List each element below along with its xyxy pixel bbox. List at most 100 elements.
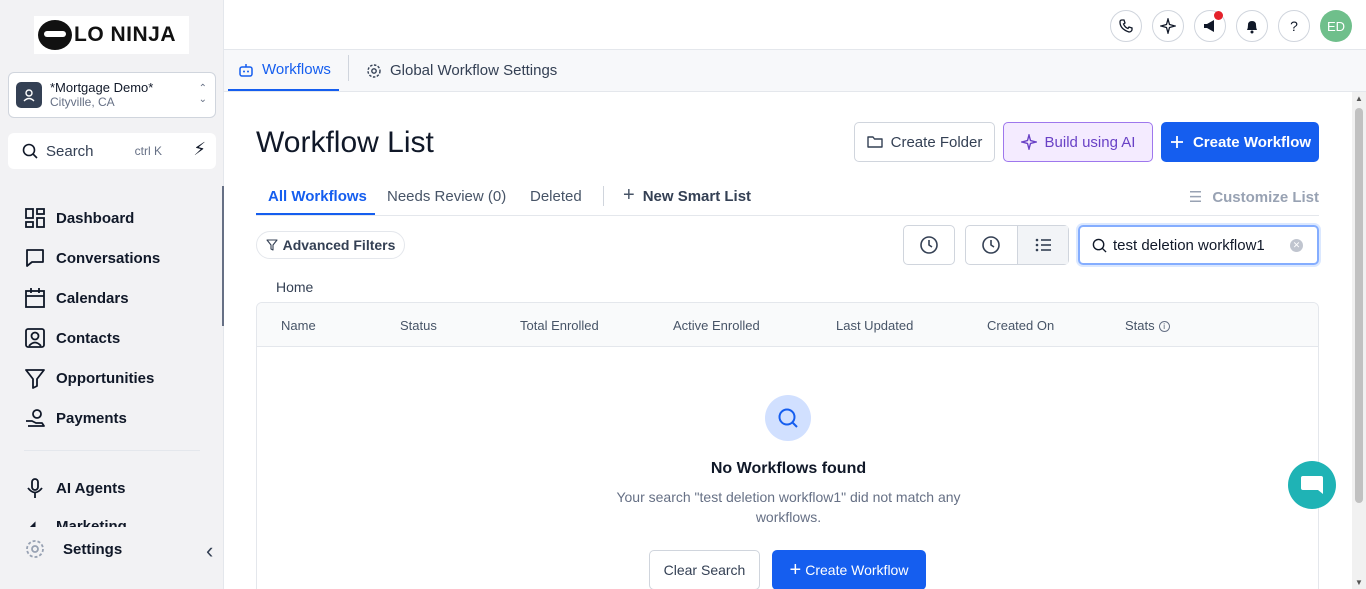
sparkle-icon[interactable] — [1152, 10, 1184, 42]
sparkle-icon — [1020, 134, 1037, 150]
ninja-logo-icon — [38, 20, 72, 50]
column-header-last-updated[interactable]: Last Updated — [836, 318, 913, 333]
tab-global-workflow-settings[interactable]: Global Workflow Settings — [366, 50, 557, 91]
dashboard-icon — [25, 208, 45, 228]
contacts-icon — [25, 328, 45, 348]
folder-icon — [866, 136, 883, 148]
sidebar-item-settings[interactable]: Settings — [24, 538, 122, 560]
tab-workflows[interactable]: Workflows — [228, 50, 339, 91]
column-header-total-enrolled[interactable]: Total Enrolled — [520, 318, 599, 333]
list-icon — [1035, 238, 1051, 252]
clock-icon — [982, 236, 1001, 254]
scroll-down-arrow-icon[interactable]: ▼ — [1355, 578, 1363, 587]
plus-icon: + — [789, 559, 802, 581]
button-label: Create Folder — [890, 133, 983, 151]
button-label: New Smart List — [642, 188, 752, 205]
plus-icon — [1170, 136, 1183, 148]
button-label: Build using AI — [1044, 133, 1136, 151]
customize-list-button[interactable]: ☰ Customize List — [1189, 188, 1319, 206]
sidebar-item-opportunities[interactable]: Opportunities — [24, 358, 160, 398]
history-icon — [920, 236, 938, 254]
scroll-thumb[interactable] — [1355, 108, 1363, 503]
column-header-status[interactable]: Status — [400, 318, 437, 333]
brand-name: LO NINJA — [74, 23, 177, 46]
button-label: Create Workflow — [1192, 133, 1312, 151]
sidebar-item-calendars[interactable]: Calendars — [24, 278, 160, 318]
megaphone-icon: ◢ — [24, 518, 36, 527]
search-icon — [1092, 238, 1107, 253]
sidebar-divider — [24, 450, 200, 451]
column-header-name[interactable]: Name — [281, 318, 316, 333]
page-scrollbar[interactable]: ▲ ▼ — [1352, 92, 1366, 589]
scroll-up-arrow-icon[interactable]: ▲ — [1355, 94, 1363, 103]
column-header-created-on[interactable]: Created On — [987, 318, 1054, 333]
sidebar-item-marketing[interactable]: ◢ Marketing — [24, 517, 144, 527]
clock-view-button[interactable] — [966, 226, 1017, 264]
search-input[interactable] — [1113, 236, 1283, 254]
new-smart-list-button[interactable]: + New Smart List — [623, 185, 752, 205]
tab-label: Global Workflow Settings — [390, 62, 558, 79]
table-header: Name Status Total Enrolled Active Enroll… — [257, 303, 1318, 347]
clear-search-button[interactable]: Clear Search — [649, 550, 760, 589]
sidebar-nav-secondary: AI Agents — [24, 468, 125, 508]
top-header: ? ED — [224, 0, 1366, 50]
sidebar-item-ai-agents[interactable]: AI Agents — [24, 468, 125, 508]
tab-divider — [603, 186, 604, 206]
history-button[interactable] — [903, 225, 955, 265]
help-icon[interactable]: ? — [1278, 10, 1310, 42]
filter-icon — [266, 239, 278, 251]
account-switcher[interactable]: *Mortgage Demo* Cityville, CA ⌃ ⌄ — [8, 72, 216, 118]
sidebar-item-label: Contacts — [56, 329, 121, 347]
microphone-icon — [27, 478, 43, 498]
bell-icon[interactable] — [1236, 10, 1268, 42]
plus-icon: + — [623, 184, 635, 206]
tab-deleted[interactable]: Deleted — [530, 188, 582, 205]
robot-icon — [239, 63, 253, 77]
collapse-sidebar-icon[interactable]: ‹ — [206, 538, 213, 564]
module-tabs: Workflows Global Workflow Settings — [224, 50, 1366, 92]
workflows-table: Name Status Total Enrolled Active Enroll… — [256, 302, 1319, 589]
calendar-icon — [25, 288, 45, 308]
workflow-search: ✕ — [1078, 225, 1319, 265]
column-header-active-enrolled[interactable]: Active Enrolled — [673, 318, 760, 333]
search-empty-icon — [765, 395, 811, 441]
sidebar-item-label: Marketing — [56, 518, 127, 527]
sidebar-item-label: Payments — [56, 409, 127, 427]
lightning-icon[interactable]: ⚡ — [193, 139, 206, 160]
sidebar-item-label: Dashboard — [56, 209, 135, 227]
sidebar-item-contacts[interactable]: Contacts — [24, 318, 160, 358]
column-header-label: Stats — [1125, 318, 1155, 333]
megaphone-icon[interactable] — [1194, 10, 1226, 42]
search-shortcut: ctrl K — [134, 144, 162, 158]
button-label: Customize List — [1212, 189, 1319, 206]
sidebar-search[interactable]: Search ctrl K ⚡ — [8, 133, 216, 169]
chat-icon — [26, 249, 44, 267]
brand-logo[interactable]: LO NINJA — [34, 16, 189, 54]
column-header-stats[interactable]: Stats i — [1125, 318, 1170, 333]
main-content: Workflow List Create Folder Build using … — [224, 92, 1352, 589]
account-location: Cityville, CA — [50, 95, 115, 109]
list-view-button[interactable] — [1016, 226, 1068, 264]
tab-needs-review[interactable]: Needs Review (0) — [387, 188, 506, 205]
sidebar-item-conversations[interactable]: Conversations — [24, 238, 160, 278]
breadcrumb[interactable]: Home — [276, 279, 313, 295]
sidebar-item-payments[interactable]: Payments — [24, 398, 160, 438]
chat-widget-button[interactable] — [1288, 461, 1336, 509]
create-folder-button[interactable]: Create Folder — [854, 122, 995, 162]
info-icon: i — [1158, 321, 1170, 333]
build-using-ai-button[interactable]: Build using AI — [1003, 122, 1153, 162]
button-label: Create Workflow — [805, 562, 909, 578]
phone-icon[interactable] — [1110, 10, 1142, 42]
advanced-filters-button[interactable]: Advanced Filters — [256, 231, 405, 259]
account-icon — [16, 82, 42, 108]
button-label: Advanced Filters — [282, 237, 396, 253]
empty-create-workflow-button[interactable]: + Create Workflow — [772, 550, 926, 589]
clear-search-icon[interactable]: ✕ — [1290, 239, 1303, 252]
user-avatar[interactable]: ED — [1320, 10, 1352, 42]
tab-all-workflows[interactable]: All Workflows — [268, 188, 367, 205]
sidebar-item-dashboard[interactable]: Dashboard — [24, 198, 160, 238]
create-workflow-button[interactable]: Create Workflow — [1161, 122, 1319, 162]
search-icon — [22, 143, 38, 159]
gear-icon — [367, 63, 381, 78]
list-tabs: All Workflows Needs Review (0) Deleted +… — [256, 184, 1319, 216]
